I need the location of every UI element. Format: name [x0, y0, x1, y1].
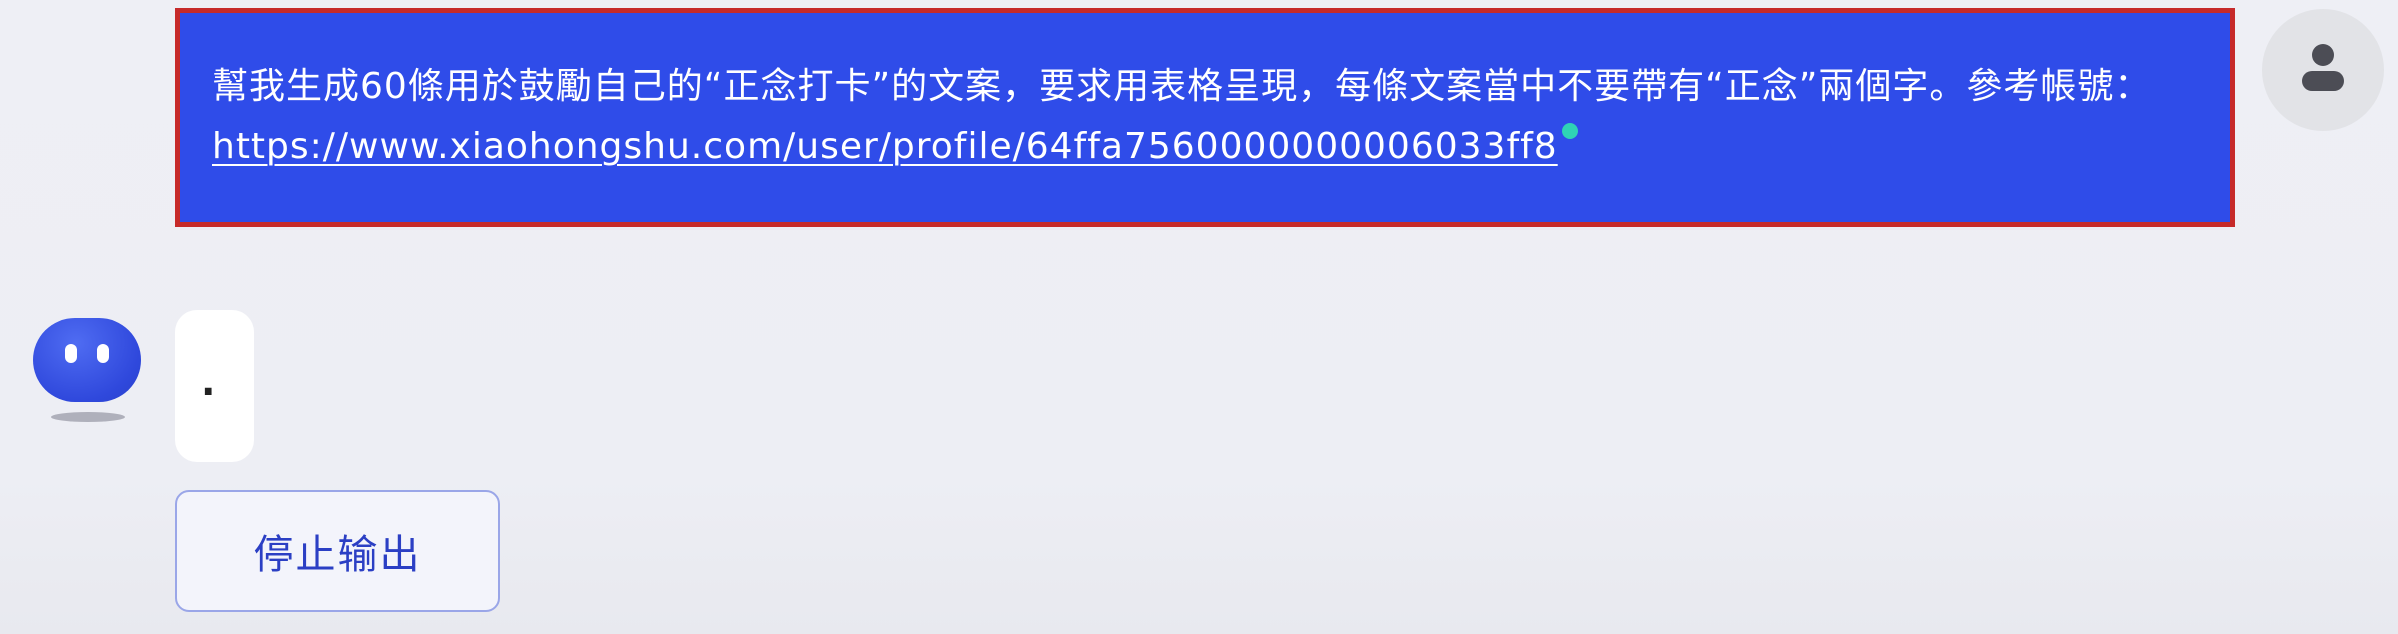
assistant-message-bubble: .	[175, 310, 254, 462]
reference-account-link[interactable]: https://www.xiaohongshu.com/user/profile…	[212, 126, 1558, 167]
stop-output-button[interactable]: 停止输出	[175, 490, 500, 612]
user-message-bubble: 幫我生成60條用於鼓勵自己的“正念打卡”的文案，要求用表格呈現，每條文案當中不要…	[175, 8, 2235, 227]
typing-indicator-dot	[1561, 123, 1578, 139]
bot-left-eye	[65, 344, 77, 363]
assistant-message-text: .	[201, 360, 216, 404]
bot-avatar-shadow	[51, 412, 125, 422]
bot-face-icon	[33, 318, 141, 402]
user-silhouette-icon	[2302, 44, 2344, 91]
user-avatar	[2262, 9, 2384, 131]
bot-right-eye	[97, 344, 109, 363]
user-message-text: 幫我生成60條用於鼓勵自己的“正念打卡”的文案，要求用表格呈現，每條文案當中不要…	[212, 66, 2152, 107]
bot-avatar	[33, 318, 143, 422]
